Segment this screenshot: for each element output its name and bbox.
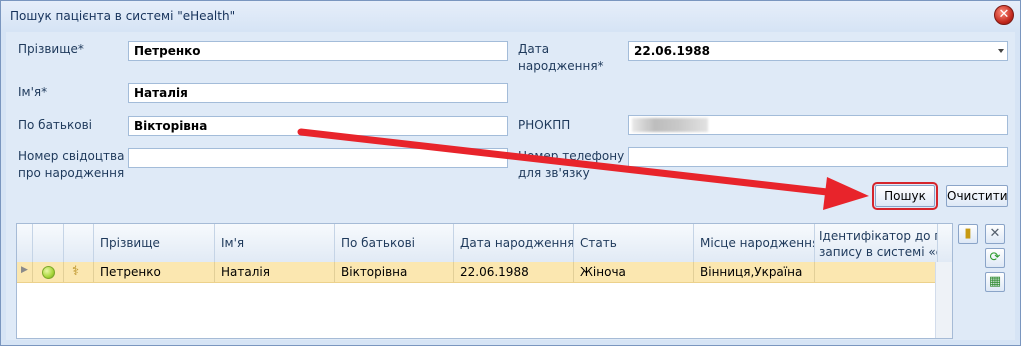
birth-cert-label: Номер свідоцтва про народження bbox=[18, 148, 124, 182]
window-title: Пошук пацієнта в системі "eHealth" bbox=[10, 9, 236, 23]
column-header-patronymic[interactable]: По батькові bbox=[335, 224, 454, 262]
search-patient-dialog: Пошук пацієнта в системі "eHealth" ✕ Прі… bbox=[0, 0, 1021, 346]
status-dot-icon bbox=[42, 266, 55, 279]
column-header-gender[interactable]: Стать bbox=[574, 224, 694, 262]
column-header-first-name[interactable]: Ім'я bbox=[215, 224, 335, 262]
header-type-col bbox=[64, 224, 94, 262]
column-header-birth-date[interactable]: Дата народження bbox=[454, 224, 574, 262]
birth-date-label-line2: народження* bbox=[518, 59, 604, 73]
chevron-down-icon[interactable] bbox=[998, 49, 1004, 53]
close-icon: ✕ bbox=[998, 7, 1010, 22]
phone-input[interactable] bbox=[628, 147, 1008, 167]
birth-date-value: 22.06.1988 bbox=[634, 44, 710, 58]
clear-button[interactable]: Очистити bbox=[946, 185, 1008, 207]
refresh-icon: ⟳ bbox=[989, 250, 1001, 265]
cell-birth-date: 22.06.1988 bbox=[454, 262, 574, 282]
first-name-input[interactable]: Наталія bbox=[128, 83, 508, 103]
cell-gender: Жіноча bbox=[574, 262, 694, 282]
birth-date-dropdown[interactable]: 22.06.1988 bbox=[628, 41, 1008, 61]
cell-last-name: Петренко bbox=[94, 262, 215, 282]
calendar-button[interactable]: ▦ bbox=[985, 272, 1005, 292]
book-button[interactable]: ▮ bbox=[958, 224, 978, 244]
book-icon: ▮ bbox=[964, 226, 972, 241]
grid-header: Прізвище Ім'я По батькові Дата народженн… bbox=[17, 224, 952, 263]
cell-patronymic: Вікторівна bbox=[335, 262, 454, 282]
table-row[interactable]: ▶ ⚕ Петренко Наталія Вікторівна 22.06.19… bbox=[17, 262, 952, 283]
patronymic-input[interactable]: Вікторівна bbox=[128, 116, 508, 136]
phone-label-line1: Номер телефону bbox=[518, 149, 625, 163]
birth-date-label-line1: Дата bbox=[518, 42, 550, 56]
grid-scrollbar[interactable] bbox=[935, 262, 952, 338]
ehealth-id-header-line2: запису в системі «еН bbox=[819, 245, 937, 259]
first-name-label: Ім'я* bbox=[18, 85, 48, 99]
ehealth-id-header-line1: Ідентифікатор до пр bbox=[819, 229, 938, 243]
tools-button[interactable]: ✕ bbox=[985, 224, 1005, 244]
close-button[interactable]: ✕ bbox=[994, 5, 1014, 25]
birth-cert-label-line2: про народження bbox=[18, 166, 125, 180]
birth-cert-label-line1: Номер свідоцтва bbox=[18, 149, 125, 163]
caduceus-icon: ⚕ bbox=[64, 262, 94, 282]
last-name-label: Прізвище* bbox=[18, 42, 84, 56]
cell-birth-place: Вінниця,Україна bbox=[694, 262, 815, 282]
row-status-cell bbox=[33, 262, 64, 282]
header-status-col bbox=[33, 224, 64, 262]
last-name-input[interactable]: Петренко bbox=[128, 41, 508, 61]
cell-first-name: Наталія bbox=[215, 262, 335, 282]
birth-date-label: Дата народження* bbox=[518, 41, 604, 75]
phone-label: Номер телефону для зв'язку bbox=[518, 148, 624, 182]
search-button[interactable]: Пошук bbox=[872, 182, 938, 210]
column-header-birth-place[interactable]: Місце народження bbox=[694, 224, 815, 262]
column-header-last-name[interactable]: Прізвище bbox=[94, 224, 215, 262]
rnokpp-label: РНОКПП bbox=[518, 118, 571, 132]
calendar-icon: ▦ bbox=[988, 274, 1002, 289]
rnokpp-input[interactable] bbox=[628, 115, 1008, 135]
phone-label-line2: для зв'язку bbox=[518, 166, 590, 180]
birth-cert-input[interactable] bbox=[128, 148, 508, 168]
patronymic-label: По батькові bbox=[18, 118, 92, 132]
header-indicator-col bbox=[17, 224, 33, 262]
row-indicator-icon: ▶ bbox=[17, 262, 33, 282]
results-grid: Прізвище Ім'я По батькові Дата народженн… bbox=[16, 223, 953, 339]
refresh-button[interactable]: ⟳ bbox=[985, 248, 1005, 268]
redacted-value bbox=[632, 118, 708, 132]
tools-icon: ✕ bbox=[989, 226, 1001, 241]
column-header-ehealth-id[interactable]: Ідентифікатор до пр запису в системі «еН bbox=[815, 224, 938, 262]
cell-ehealth-id bbox=[815, 262, 938, 282]
title-bar: Пошук пацієнта в системі "eHealth" ✕ bbox=[1, 1, 1020, 31]
